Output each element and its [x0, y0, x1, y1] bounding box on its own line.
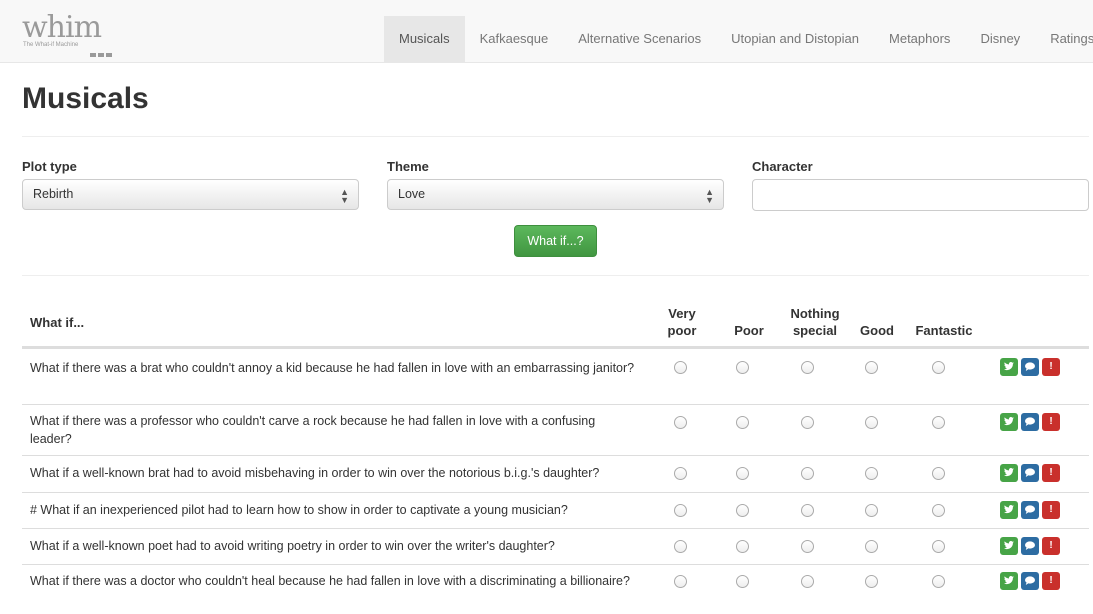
twitter-icon[interactable] [1000, 537, 1018, 555]
logo-dots [90, 45, 114, 57]
what-if-text: What if there was a professor who couldn… [30, 414, 596, 446]
rating-fantastic-radio[interactable] [932, 575, 945, 588]
select-arrows-icon: ▲ ▼ [340, 187, 349, 205]
rating-poor-radio[interactable] [736, 416, 749, 429]
rating-very-poor-radio[interactable] [674, 540, 687, 553]
logo-subtext: The What-if Machine [23, 42, 79, 48]
theme-value: Love [398, 187, 426, 201]
nav-item-ratings[interactable]: Ratings [1035, 16, 1093, 62]
exclamation-icon[interactable]: ! [1042, 358, 1060, 376]
twitter-icon[interactable] [1000, 413, 1018, 431]
logo-text: whim [22, 10, 102, 45]
title-divider [22, 136, 1089, 137]
twitter-icon[interactable] [1000, 464, 1018, 482]
select-arrows-icon: ▲ ▼ [705, 187, 714, 205]
comment-icon[interactable] [1021, 501, 1039, 519]
comment-icon[interactable] [1021, 537, 1039, 555]
header-good: Good [860, 323, 894, 338]
what-if-text: What if a well-known brat had to avoid m… [30, 466, 600, 480]
nav-item-kafkaesque[interactable]: Kafkaesque [465, 16, 564, 62]
table-row: What if there was a professor who couldn… [22, 404, 1089, 455]
header-what-if: What if... [30, 315, 85, 330]
what-if-button[interactable]: What if...? [514, 225, 597, 257]
what-if-text: # What if an inexperienced pilot had to … [30, 503, 568, 517]
rating-fantastic-radio[interactable] [932, 540, 945, 553]
rating-very-poor-radio[interactable] [674, 575, 687, 588]
rating-poor-radio[interactable] [736, 361, 749, 374]
comment-icon[interactable] [1021, 464, 1039, 482]
table-row: What if a well-known poet had to avoid w… [22, 528, 1089, 564]
rating-poor-radio[interactable] [736, 540, 749, 553]
theme-label: Theme [387, 159, 429, 174]
character-label: Character [752, 159, 813, 174]
form-divider [22, 275, 1089, 276]
what-if-text: What if there was a doctor who couldn't … [30, 574, 630, 588]
comment-icon[interactable] [1021, 413, 1039, 431]
rating-very-poor-radio[interactable] [674, 504, 687, 517]
twitter-icon[interactable] [1000, 501, 1018, 519]
rating-good-radio[interactable] [865, 540, 878, 553]
rating-fantastic-radio[interactable] [932, 467, 945, 480]
rating-poor-radio[interactable] [736, 467, 749, 480]
nav-item-musicals[interactable]: Musicals [384, 16, 465, 62]
brand-logo[interactable]: whim The What-if Machine [22, 10, 142, 57]
nav-item-utopian-distopian[interactable]: Utopian and Distopian [716, 16, 874, 62]
nav-item-disney[interactable]: Disney [965, 16, 1035, 62]
header-nothing-special: Nothing special [790, 306, 840, 338]
rating-nothing-special-radio[interactable] [801, 467, 814, 480]
rating-good-radio[interactable] [865, 504, 878, 517]
plot-type-select[interactable]: Rebirth ▲ ▼ [22, 179, 359, 210]
theme-select[interactable]: Love ▲ ▼ [387, 179, 724, 210]
rating-very-poor-radio[interactable] [674, 361, 687, 374]
rating-nothing-special-radio[interactable] [801, 575, 814, 588]
rating-fantastic-radio[interactable] [932, 416, 945, 429]
exclamation-icon[interactable]: ! [1042, 413, 1060, 431]
rating-very-poor-radio[interactable] [674, 416, 687, 429]
table-row: What if a well-known brat had to avoid m… [22, 455, 1089, 492]
exclamation-icon[interactable]: ! [1042, 572, 1060, 590]
nav-item-metaphors[interactable]: Metaphors [874, 16, 965, 62]
comment-icon[interactable] [1021, 572, 1039, 590]
rating-good-radio[interactable] [865, 361, 878, 374]
rating-poor-radio[interactable] [736, 575, 749, 588]
twitter-icon[interactable] [1000, 358, 1018, 376]
plot-type-value: Rebirth [33, 187, 74, 201]
table-row: # What if an inexperienced pilot had to … [22, 492, 1089, 528]
rating-nothing-special-radio[interactable] [801, 504, 814, 517]
rating-nothing-special-radio[interactable] [801, 540, 814, 553]
header-fantastic: Fantastic [915, 323, 973, 338]
exclamation-icon[interactable]: ! [1042, 501, 1060, 519]
rating-good-radio[interactable] [865, 575, 878, 588]
rating-very-poor-radio[interactable] [674, 467, 687, 480]
rating-nothing-special-radio[interactable] [801, 416, 814, 429]
table-row: What if there was a doctor who couldn't … [22, 564, 1089, 614]
rating-nothing-special-radio[interactable] [801, 361, 814, 374]
plot-type-label: Plot type [22, 159, 77, 174]
main-nav: Musicals Kafkaesque Alternative Scenario… [384, 16, 1093, 62]
what-if-text: What if a well-known poet had to avoid w… [30, 539, 555, 553]
character-input[interactable] [752, 179, 1089, 211]
nav-item-alternative-scenarios[interactable]: Alternative Scenarios [563, 16, 716, 62]
header-poor: Poor [734, 323, 764, 338]
rating-poor-radio[interactable] [736, 504, 749, 517]
navbar: whim The What-if Machine Musicals Kafkae… [0, 0, 1093, 63]
exclamation-icon[interactable]: ! [1042, 537, 1060, 555]
table-row: What if there was a brat who couldn't an… [22, 348, 1089, 404]
rating-good-radio[interactable] [865, 416, 878, 429]
rating-good-radio[interactable] [865, 467, 878, 480]
what-if-text: What if there was a brat who couldn't an… [30, 361, 635, 375]
rating-fantastic-radio[interactable] [932, 361, 945, 374]
exclamation-icon[interactable]: ! [1042, 464, 1060, 482]
comment-icon[interactable] [1021, 358, 1039, 376]
page-title: Musicals [22, 82, 149, 115]
header-very-poor: Very poor [667, 306, 697, 338]
twitter-icon[interactable] [1000, 572, 1018, 590]
rating-fantastic-radio[interactable] [932, 504, 945, 517]
